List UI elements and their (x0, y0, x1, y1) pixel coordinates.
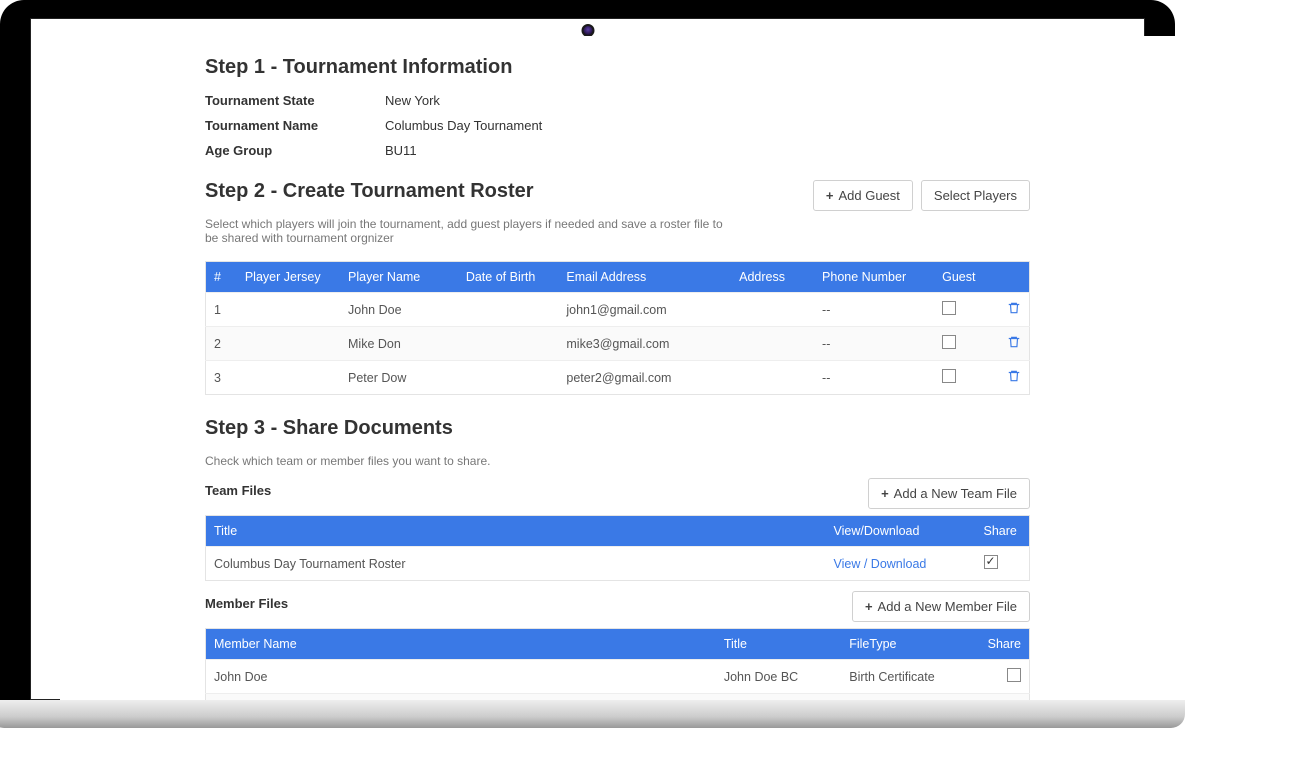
cell-num: 2 (206, 327, 237, 361)
view-download-link[interactable]: View / Download (834, 557, 927, 571)
cell-actions (999, 293, 1030, 327)
add-guest-button[interactable]: + Add Guest (813, 180, 913, 211)
cell-name: Peter Dow (340, 361, 458, 395)
team-files-label: Team Files (205, 483, 271, 498)
trash-icon[interactable] (1007, 369, 1021, 383)
add-team-file-label: Add a New Team File (894, 486, 1017, 501)
info-value: BU11 (385, 143, 417, 158)
cell-address (731, 327, 814, 361)
add-team-file-button[interactable]: + Add a New Team File (868, 478, 1030, 509)
plus-icon: + (826, 188, 834, 203)
cell-num: 1 (206, 293, 237, 327)
col-jersey: Player Jersey (237, 262, 340, 293)
table-row: Columbus Day Tournament Roster View / Dow… (206, 547, 1030, 581)
cell-mf-name: John Doe (206, 660, 716, 694)
info-row: Tournament NameColumbus Day Tournament (205, 118, 1030, 133)
add-member-file-button[interactable]: + Add a New Member File (852, 591, 1030, 622)
cell-address (731, 293, 814, 327)
cell-tf-share (976, 547, 1030, 581)
cell-dob (458, 361, 559, 395)
step2-subtext: Select which players will join the tourn… (205, 217, 725, 245)
trash-icon[interactable] (1007, 301, 1021, 315)
cell-mf-share (980, 660, 1030, 694)
cell-phone: -- (814, 327, 934, 361)
info-value: New York (385, 93, 440, 108)
laptop-bezel: Step 1 - Tournament Information Tourname… (0, 0, 1175, 700)
screen: Step 1 - Tournament Information Tourname… (60, 36, 1175, 716)
col-tf-title: Title (206, 516, 826, 547)
cell-dob (458, 327, 559, 361)
guest-checkbox[interactable] (942, 301, 956, 315)
step3-subtext: Check which team or member files you wan… (205, 454, 725, 468)
col-address: Address (731, 262, 814, 293)
cell-phone: -- (814, 293, 934, 327)
cell-mf-type: Birth Certificate (841, 660, 979, 694)
col-tf-vd: View/Download (826, 516, 976, 547)
share-checkbox[interactable] (984, 555, 998, 569)
cell-email: mike3@gmail.com (558, 327, 731, 361)
step3-title: Step 3 - Share Documents (205, 417, 1030, 440)
cell-email: peter2@gmail.com (558, 361, 731, 395)
select-players-button[interactable]: Select Players (921, 180, 1030, 211)
step1-title: Step 1 - Tournament Information (205, 56, 1030, 79)
info-label: Age Group (205, 143, 385, 158)
cell-mf-title: John Doe BC (716, 660, 841, 694)
laptop-base (0, 700, 1185, 728)
cell-guest (934, 327, 999, 361)
cell-name: John Doe (340, 293, 458, 327)
cell-actions (999, 361, 1030, 395)
cell-actions (999, 327, 1030, 361)
col-mf-type: FileType (841, 629, 979, 660)
table-row: 1 John Doe john1@gmail.com -- (206, 293, 1030, 327)
add-member-file-label: Add a New Member File (878, 599, 1017, 614)
cell-guest (934, 361, 999, 395)
cell-name: Mike Don (340, 327, 458, 361)
col-actions (999, 262, 1030, 293)
col-mf-share: Share (980, 629, 1030, 660)
col-dob: Date of Birth (458, 262, 559, 293)
col-mf-name: Member Name (206, 629, 716, 660)
col-mf-title: Title (716, 629, 841, 660)
info-value: Columbus Day Tournament (385, 118, 542, 133)
team-files-table: Title View/Download Share Columbus Day T… (205, 515, 1030, 581)
guest-checkbox[interactable] (942, 335, 956, 349)
trash-icon[interactable] (1007, 335, 1021, 349)
plus-icon: + (881, 486, 889, 501)
cell-guest (934, 293, 999, 327)
col-email: Email Address (558, 262, 731, 293)
roster-table: # Player Jersey Player Name Date of Birt… (205, 261, 1030, 395)
info-label: Tournament State (205, 93, 385, 108)
col-num: # (206, 262, 237, 293)
cell-jersey (237, 293, 340, 327)
add-guest-label: Add Guest (838, 188, 899, 203)
cell-email: john1@gmail.com (558, 293, 731, 327)
col-name: Player Name (340, 262, 458, 293)
member-files-label: Member Files (205, 596, 288, 611)
share-checkbox[interactable] (1007, 668, 1021, 682)
cell-tf-vd: View / Download (826, 547, 976, 581)
cell-dob (458, 293, 559, 327)
cell-num: 3 (206, 361, 237, 395)
guest-checkbox[interactable] (942, 369, 956, 383)
table-row: John DoeJohn Doe BCBirth Certificate (206, 660, 1030, 694)
info-label: Tournament Name (205, 118, 385, 133)
cell-phone: -- (814, 361, 934, 395)
cell-address (731, 361, 814, 395)
cell-tf-title: Columbus Day Tournament Roster (206, 547, 826, 581)
col-guest: Guest (934, 262, 999, 293)
col-phone: Phone Number (814, 262, 934, 293)
info-row: Tournament StateNew York (205, 93, 1030, 108)
table-row: 2 Mike Don mike3@gmail.com -- (206, 327, 1030, 361)
table-row: 3 Peter Dow peter2@gmail.com -- (206, 361, 1030, 395)
cell-jersey (237, 361, 340, 395)
plus-icon: + (865, 599, 873, 614)
select-players-label: Select Players (934, 188, 1017, 203)
col-tf-share: Share (976, 516, 1030, 547)
cell-jersey (237, 327, 340, 361)
info-row: Age GroupBU11 (205, 143, 1030, 158)
step2-title: Step 2 - Create Tournament Roster (205, 180, 813, 203)
